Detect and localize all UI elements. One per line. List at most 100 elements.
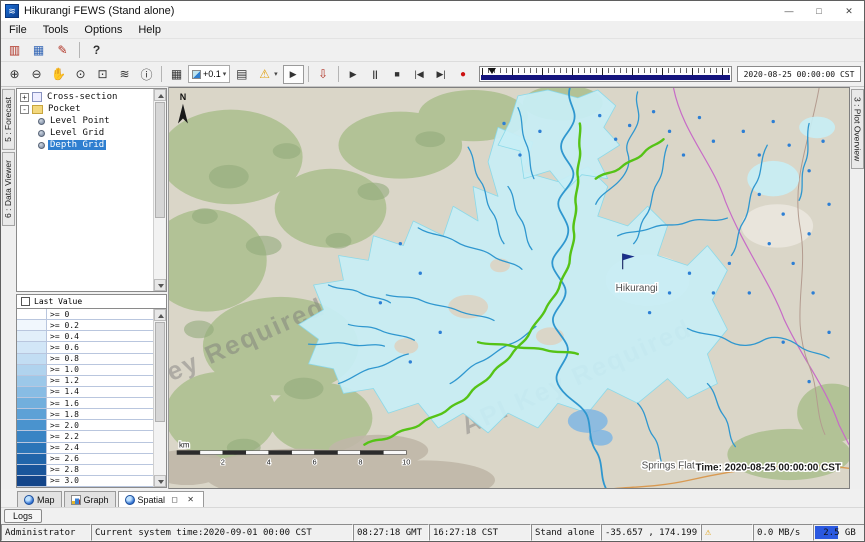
warning-icon: ⚠ xyxy=(257,65,272,84)
map-view[interactable]: API Key Required API Key Required xyxy=(169,87,850,489)
skip-to-end-button[interactable]: ▶| xyxy=(431,65,452,84)
tab-plot-overview[interactable]: 3 : Plot Overview xyxy=(851,89,864,169)
legend-row[interactable]: >= 2.0 xyxy=(17,420,153,431)
data-tree: + Cross-section - Pocket Level Point xyxy=(17,89,153,291)
legend-row[interactable]: >= 1.2 xyxy=(17,376,153,387)
legend-rows: >= 0>= 0.2>= 0.4>= 0.6>= 0.8>= 1.0>= 1.2… xyxy=(17,309,153,487)
legend-row[interactable]: >= 0.8 xyxy=(17,354,153,365)
expand-icon[interactable]: + xyxy=(20,93,29,102)
record-button[interactable]: ● xyxy=(453,65,474,84)
legend-row[interactable]: >= 0.4 xyxy=(17,331,153,342)
last-value-checkbox[interactable] xyxy=(21,297,30,306)
tree-item-level-grid[interactable]: Level Grid xyxy=(17,127,153,139)
legend-row[interactable]: >= 2.4 xyxy=(17,443,153,454)
legend-row[interactable]: >= 2.8 xyxy=(17,465,153,476)
legend-row[interactable]: >= 2.2 xyxy=(17,431,153,442)
tab-graph[interactable]: Graph xyxy=(64,491,116,507)
globe-icon xyxy=(125,495,135,505)
zoom-extent-button[interactable]: ⊡ xyxy=(92,65,113,84)
grid-toggle-button[interactable]: ▦ xyxy=(166,65,187,84)
thresholds-dropdown[interactable]: ⚠ ▾ xyxy=(253,65,281,83)
timeline-datetime[interactable]: 2020-08-25 00:00:00 CST xyxy=(737,66,861,82)
menu-help[interactable]: Help xyxy=(130,22,169,38)
tab-map[interactable]: Map xyxy=(17,491,62,507)
scroll-up-icon[interactable] xyxy=(154,309,166,321)
legend-value-label: >= 1.4 xyxy=(47,387,79,397)
zoom-previous-button[interactable]: ⊙ xyxy=(70,65,91,84)
status-memory-value: 2.5 GB xyxy=(823,528,856,538)
menu-file[interactable]: File xyxy=(1,22,35,38)
tree-item-label: Level Grid xyxy=(48,128,106,138)
pan-button[interactable]: ✋ xyxy=(48,65,69,84)
layers-button[interactable]: ≋ xyxy=(114,65,135,84)
help-button[interactable]: ? xyxy=(86,41,107,60)
legend-value-label: >= 2.0 xyxy=(47,420,79,430)
legend-color-swatch xyxy=(17,354,47,364)
maximize-button[interactable]: □ xyxy=(804,1,834,21)
tab-spatial[interactable]: Spatial ◻ ✕ xyxy=(118,491,205,507)
scroll-down-icon[interactable] xyxy=(154,475,166,487)
status-memory: 2.5 GB xyxy=(813,524,865,541)
legend-row[interactable]: >= 0 xyxy=(17,309,153,320)
tree-item-label: Depth Grid xyxy=(48,140,106,150)
toolbar-separator xyxy=(338,66,339,82)
legend-row[interactable]: >= 1.0 xyxy=(17,365,153,376)
node-icon xyxy=(32,92,42,102)
zoom-in-button[interactable]: ⊕ xyxy=(4,65,25,84)
grid-display-icon[interactable]: ▦ xyxy=(28,41,49,60)
tree-item-level-point[interactable]: Level Point xyxy=(17,115,153,127)
close-button[interactable]: ✕ xyxy=(834,1,864,21)
legend-scrollbar[interactable] xyxy=(153,309,166,487)
profile-button[interactable]: ▤ xyxy=(231,65,252,84)
menu-options[interactable]: Options xyxy=(76,22,130,38)
legend-value-label: >= 0 xyxy=(47,309,69,319)
tree-item-pocket[interactable]: - Pocket xyxy=(17,103,153,115)
status-local-time: 16:27:18 CST xyxy=(429,524,531,541)
play-button[interactable]: ▶ xyxy=(343,65,364,84)
app-window: ≋ Hikurangi FEWS (Stand alone) — □ ✕ Fil… xyxy=(0,0,865,542)
scrollbar-track[interactable] xyxy=(154,101,166,279)
collapse-icon[interactable]: - xyxy=(20,105,29,114)
animation-button[interactable]: ▶ xyxy=(283,65,304,84)
edit-icon[interactable]: ✎ xyxy=(52,41,73,60)
timeline-thumb[interactable] xyxy=(488,68,496,74)
scrollbar-thumb[interactable] xyxy=(155,322,165,422)
legend-row[interactable]: >= 1.6 xyxy=(17,398,153,409)
pause-button[interactable]: || xyxy=(365,65,386,84)
folder-icon xyxy=(32,105,43,114)
restore-panel-icon[interactable]: ◻ xyxy=(168,493,181,507)
scrollbar-track[interactable] xyxy=(154,321,166,475)
legend-row[interactable]: >= 0.2 xyxy=(17,320,153,331)
legend-row[interactable]: >= 2.6 xyxy=(17,454,153,465)
scroll-down-icon[interactable] xyxy=(154,279,166,291)
legend-row[interactable]: >= 1.4 xyxy=(17,387,153,398)
contour-interval-select[interactable]: +0.1 ▾ xyxy=(188,65,230,83)
close-panel-icon[interactable]: ✕ xyxy=(184,493,197,507)
legend-row[interactable]: >= 0.6 xyxy=(17,342,153,353)
stop-button[interactable]: ■ xyxy=(387,65,408,84)
tree-item-depth-grid[interactable]: Depth Grid xyxy=(17,139,153,151)
database-icon[interactable]: ▥ xyxy=(4,41,25,60)
tab-data-viewer[interactable]: 6 : Data Viewer xyxy=(2,152,15,226)
legend-table: >= 0>= 0.2>= 0.4>= 0.6>= 0.8>= 1.0>= 1.2… xyxy=(16,309,167,488)
scrollbar-thumb[interactable] xyxy=(155,102,165,218)
status-warning-icon[interactable]: ⚠ xyxy=(701,524,753,541)
legend-value-label: >= 0.4 xyxy=(47,331,79,341)
logs-button[interactable]: Logs xyxy=(4,509,42,523)
tree-item-cross-section[interactable]: + Cross-section xyxy=(17,91,153,103)
scroll-up-icon[interactable] xyxy=(154,89,166,101)
minimize-button[interactable]: — xyxy=(774,1,804,21)
zoom-out-button[interactable]: ⊖ xyxy=(26,65,47,84)
menu-tools[interactable]: Tools xyxy=(35,22,77,38)
skip-to-start-button[interactable]: |◀ xyxy=(409,65,430,84)
legend-row[interactable]: >= 3.0 xyxy=(17,476,153,487)
legend-row[interactable]: >= 1.8 xyxy=(17,409,153,420)
tab-forecast[interactable]: 5 : Forecast xyxy=(2,89,15,150)
timeline-slider[interactable] xyxy=(479,66,732,82)
info-button[interactable]: ⓘ xyxy=(136,65,157,84)
status-user: Administrator xyxy=(1,524,91,541)
status-gmt-time: 08:27:18 GMT xyxy=(353,524,429,541)
legend-color-swatch xyxy=(17,365,47,375)
export-button[interactable]: ⇩ xyxy=(313,65,334,84)
tree-scrollbar[interactable] xyxy=(153,89,166,291)
